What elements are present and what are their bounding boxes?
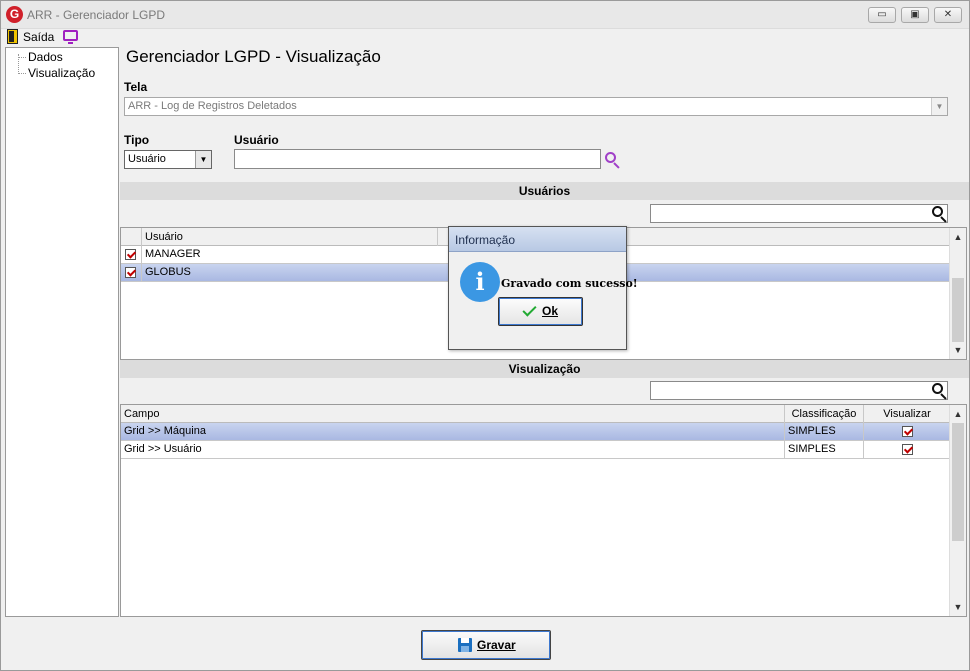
navigation-tree: Dados Visualização [5, 47, 119, 617]
scroll-up-arrow-icon[interactable]: ▲ [950, 406, 966, 422]
campo-cell: Grid >> Máquina [121, 423, 785, 440]
column-header-check [121, 228, 142, 246]
usuarios-scrollbar[interactable]: ▲ ▼ [949, 228, 966, 359]
tipo-label: Tipo [124, 133, 150, 147]
row-checkbox[interactable] [125, 267, 136, 278]
tela-label: Tela [124, 80, 148, 94]
tree-item-visualizacao[interactable]: Visualização [28, 66, 95, 80]
visualizacao-scrollbar[interactable]: ▲ ▼ [949, 405, 966, 616]
row-check-cell [121, 264, 142, 281]
monitor-icon[interactable] [63, 30, 78, 44]
visualizacao-grid: Campo Classificação Visualizar Grid >> M… [120, 404, 967, 617]
floppy-disk-icon [458, 638, 472, 652]
column-header-visualizar[interactable]: Visualizar [864, 405, 950, 423]
tree-item-dados[interactable]: Dados [28, 50, 63, 64]
visualizar-checkbox[interactable] [902, 426, 913, 437]
tree-connector [18, 57, 26, 58]
usuario-label: Usuário [234, 133, 279, 147]
visualizacao-section-header: Visualização [120, 360, 969, 378]
scroll-thumb[interactable] [952, 423, 964, 541]
title-bar: G ARR - Gerenciador LGPD ▭ ▣ ✕ [1, 1, 969, 29]
search-icon[interactable] [932, 206, 948, 223]
row-check-cell [121, 246, 142, 263]
column-header-campo[interactable]: Campo [121, 405, 785, 423]
usuario-input[interactable] [234, 149, 601, 169]
dialog-title: Informação [449, 227, 626, 252]
scroll-thumb[interactable] [952, 278, 964, 342]
table-row[interactable]: Grid >> Usuário SIMPLES [121, 441, 950, 459]
scroll-down-arrow-icon[interactable]: ▼ [950, 342, 966, 358]
column-header-usuario[interactable]: Usuário [142, 228, 438, 246]
restore-button[interactable]: ▣ [901, 7, 929, 23]
visualizar-checkbox[interactable] [902, 444, 913, 455]
dialog-message: Gravado com sucesso! [501, 277, 638, 290]
exit-door-icon[interactable] [7, 29, 18, 44]
search-icon[interactable] [605, 152, 621, 169]
scroll-down-arrow-icon[interactable]: ▼ [950, 599, 966, 615]
window-title: ARR - Gerenciador LGPD [27, 8, 166, 22]
classificacao-cell: SIMPLES [785, 441, 864, 458]
tree-connector [18, 73, 26, 74]
visualizar-cell [864, 423, 950, 440]
info-icon: i [460, 262, 500, 302]
menu-bar: Saída [1, 29, 969, 46]
campo-cell: Grid >> Usuário [121, 441, 785, 458]
table-row[interactable]: Grid >> Máquina SIMPLES [121, 423, 950, 441]
minimize-button[interactable]: ▭ [868, 7, 896, 23]
usuarios-filter-input[interactable] [650, 204, 948, 223]
tipo-select-value: Usuário [128, 153, 166, 165]
visualizar-cell [864, 441, 950, 458]
tela-select[interactable]: ARR - Log de Registros Deletados ▼ [124, 97, 948, 116]
usuarios-section-header: Usuários [120, 182, 969, 200]
chevron-down-icon[interactable]: ▼ [195, 151, 211, 168]
app-logo-icon: G [6, 6, 23, 23]
column-header-classificacao[interactable]: Classificação [785, 405, 864, 423]
grid-header: Campo Classificação Visualizar [121, 405, 950, 423]
tela-select-value: ARR - Log de Registros Deletados [128, 100, 297, 112]
ok-button[interactable]: Ok [498, 297, 583, 326]
ok-label: Ok [542, 304, 559, 318]
row-checkbox[interactable] [125, 249, 136, 260]
search-icon[interactable] [932, 383, 948, 400]
main-window: G ARR - Gerenciador LGPD ▭ ▣ ✕ Saída Dad… [0, 0, 970, 671]
visualizacao-filter-input[interactable] [650, 381, 948, 400]
page-title: Gerenciador LGPD - Visualização [126, 47, 381, 66]
menu-saida[interactable]: Saída [23, 30, 54, 44]
checkmark-icon [522, 306, 536, 315]
info-dialog: Informação i Gravado com sucesso! Ok [448, 226, 638, 350]
scroll-up-arrow-icon[interactable]: ▲ [950, 229, 966, 245]
chevron-down-icon[interactable]: ▼ [931, 98, 947, 115]
gravar-label: Gravar [477, 638, 516, 652]
close-button[interactable]: ✕ [934, 7, 962, 23]
tipo-select[interactable]: Usuário ▼ [124, 150, 212, 169]
classificacao-cell: SIMPLES [785, 423, 864, 440]
gravar-button[interactable]: Gravar [421, 630, 551, 660]
